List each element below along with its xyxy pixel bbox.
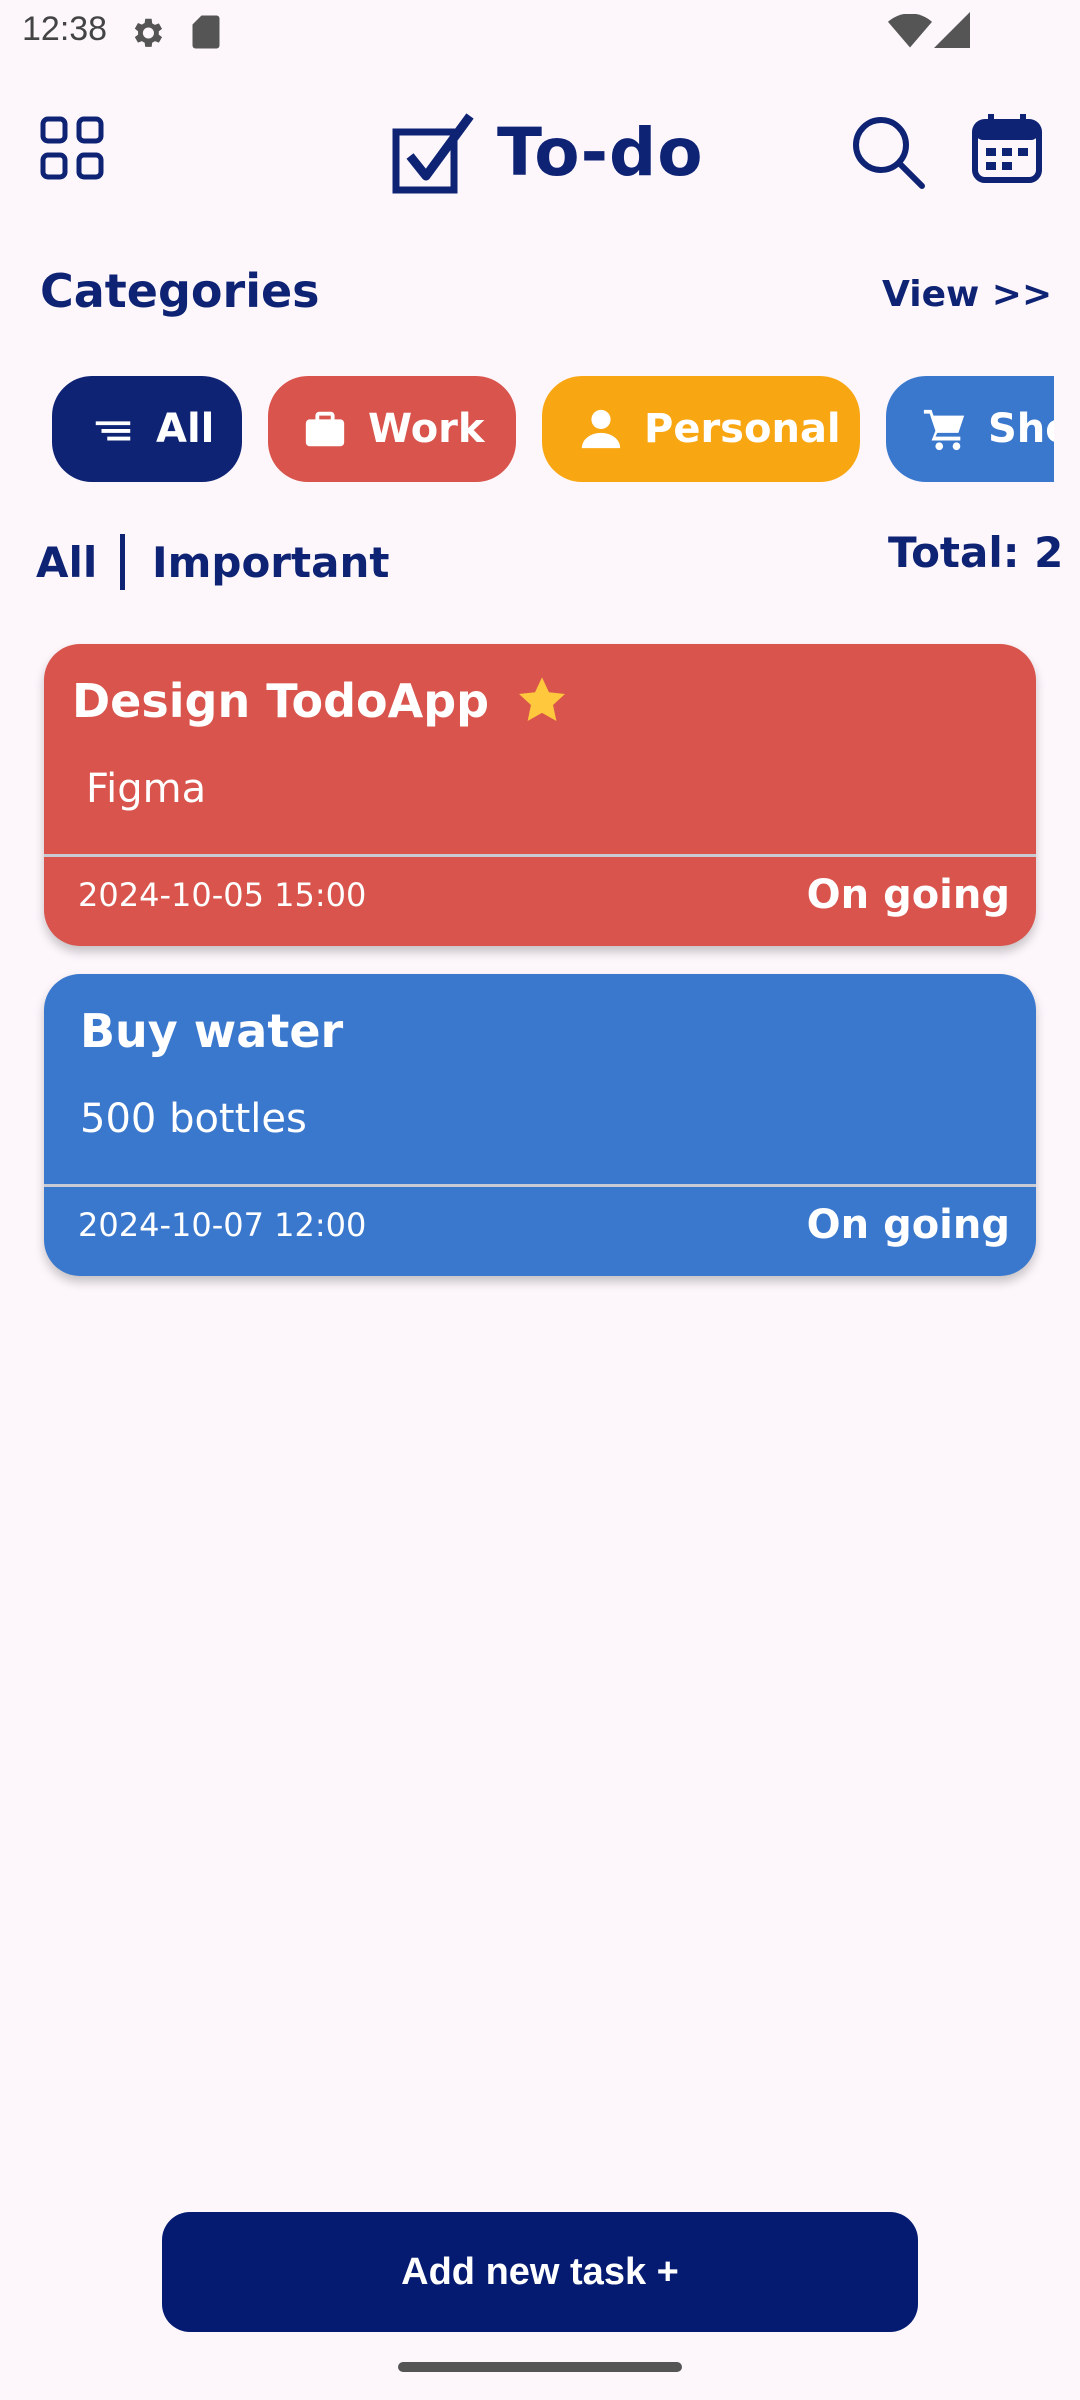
wifi-icon [888,14,932,48]
task-card[interactable]: Buy water 500 bottles 2024-10-07 12:00 O… [44,974,1036,1276]
chip-work[interactable]: Work [268,376,516,482]
gear-icon [134,18,163,47]
chip-label: Work [368,406,485,452]
chip-label: Shopping [988,406,1054,452]
filter-tab-important[interactable]: Important [152,538,389,587]
cart-icon [923,409,965,451]
filter-tab-all[interactable]: All [36,538,97,587]
star-icon[interactable] [515,674,569,728]
person-icon [581,409,621,449]
task-datetime: 2024-10-05 15:00 [78,876,367,914]
filter-divider [120,534,125,590]
task-description: Figma [86,766,207,812]
task-datetime: 2024-10-07 12:00 [78,1206,367,1244]
chip-shopping[interactable]: Shopping [886,376,1054,482]
calendar-icon[interactable] [972,112,1042,184]
app-title: To-do [497,114,704,191]
sd-card-icon [192,15,220,49]
total-count: Total: 2 [888,528,1064,577]
add-task-button[interactable]: Add new task + [162,2212,918,2332]
task-status: On going [806,1202,1010,1248]
chip-label: Personal [644,406,841,452]
categories-title: Categories [40,264,320,318]
task-card[interactable]: Design TodoApp Figma 2024-10-05 15:00 On… [44,644,1036,946]
task-status: On going [806,872,1010,918]
chip-label: All [156,406,215,452]
task-title: Design TodoApp [72,674,490,728]
category-chips: All Work Personal Shopping [0,376,1054,486]
chip-personal[interactable]: Personal [542,376,860,482]
chip-all[interactable]: All [52,376,242,482]
status-time: 12:38 [22,10,108,48]
checkbox-logo-icon [392,113,474,194]
divider [44,1184,1036,1187]
task-title-row: Design TodoApp [72,674,569,728]
task-title: Buy water [80,1004,344,1058]
briefcase-icon [305,411,345,447]
cell-signal-icon [934,12,970,48]
task-title-row: Buy water [80,1004,343,1058]
grid-menu-icon[interactable] [40,116,104,180]
search-icon[interactable] [850,114,926,190]
divider [44,854,1036,857]
view-categories-link[interactable]: View >> [882,274,1052,315]
home-indicator[interactable] [398,2362,682,2372]
list-icon [95,421,131,441]
task-description: 500 bottles [80,1096,307,1142]
